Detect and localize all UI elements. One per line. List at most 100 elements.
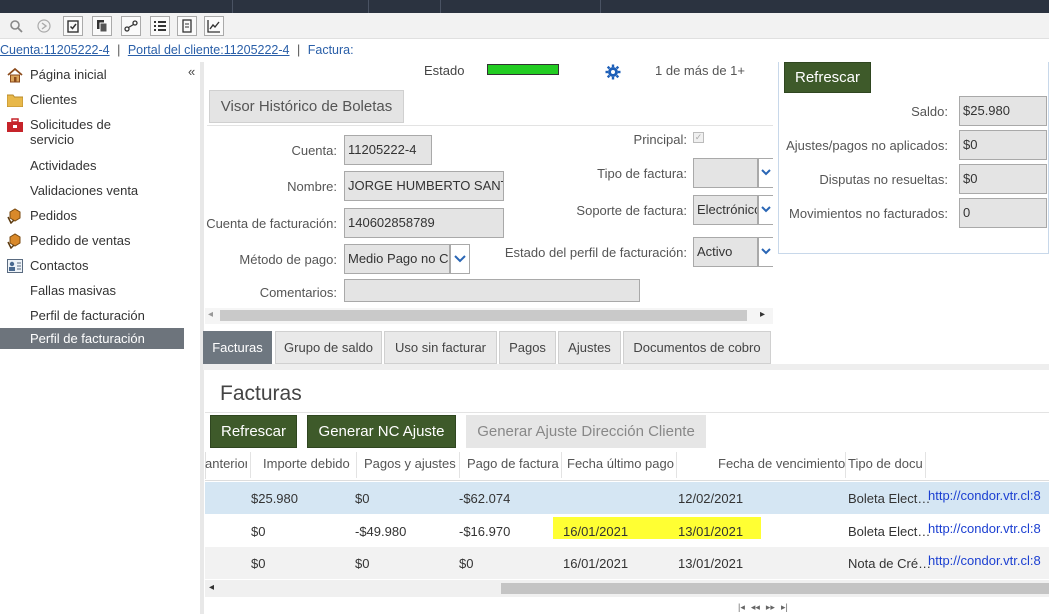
sidebar-item-pedidos[interactable]: Pedidos [0,208,184,224]
visor-historico-button[interactable]: Visor Histórico de Boletas [209,90,404,123]
col-divider [250,452,251,478]
form-scrollbar[interactable]: ◂ ▸ [205,308,773,324]
orders-icon [7,233,23,249]
estado-perfil-label: Estado del perfil de facturación: [504,245,687,260]
saldo-label: Saldo: [911,104,948,119]
tipo-factura-label: Tipo de factura: [597,166,687,181]
breadcrumb-account-link[interactable]: Cuenta:11205222-4 [0,43,110,57]
scrollbar-thumb[interactable] [220,310,747,321]
cell-pago-factura: -$62.074 [459,491,511,506]
cell-pagos: $0 [355,491,370,506]
generar-nc-button[interactable]: Generar NC Ajuste [307,415,456,448]
next-page-icon[interactable]: ▸▸ [766,602,775,614]
sidebar-item-label: Solicitudes de servicio [30,117,111,147]
tab-documentos-cobro[interactable]: Documentos de cobro [623,331,771,364]
cell-importe: $0 [251,524,266,539]
forward-icon[interactable] [34,16,54,36]
chart-icon[interactable] [204,16,224,36]
sidebar-item-fallas[interactable]: Fallas masivas [0,283,184,299]
sidebar-item-home[interactable]: Página inicial [0,67,184,83]
sidebar-item-label: Clientes [30,92,77,107]
cell-link[interactable]: http://condor.vtr.cl:8 [928,521,1049,536]
document-icon[interactable] [177,16,197,36]
link-icon[interactable] [121,16,141,36]
divider [205,412,1049,413]
col-divider [561,452,562,478]
ajustes-field[interactable]: $0 [959,130,1047,160]
tab-uso-sin-facturar[interactable]: Uso sin facturar [384,331,497,364]
first-page-icon[interactable]: |◂ [738,602,745,614]
disputas-field[interactable]: $0 [959,164,1047,194]
sidebar-item-label: Perfil de facturación [30,308,145,323]
sidebar-item-label: Pedido de ventas [30,233,131,248]
cell-vencimiento: 13/01/2021 [678,556,744,571]
chevron-down-icon[interactable] [758,158,773,188]
comentarios-field[interactable] [344,279,640,302]
sidebar-item-clientes[interactable]: Clientes [0,92,184,108]
cell-vencimiento: 13/01/2021 [678,524,744,539]
sidebar-item-actividades[interactable]: Actividades [0,158,184,174]
scroll-left-icon[interactable]: ◂ [208,309,213,320]
principal-checkbox[interactable]: ✓ [693,132,704,143]
breadcrumb-portal-link[interactable]: Portal del cliente:11205222-4 [128,43,290,57]
column-header-pago-factura[interactable]: Pago de factura [467,456,559,471]
sidebar-item-label: Perfil de facturación [30,331,145,346]
column-header-fecha-ultimo-pago[interactable]: Fecha último pago [567,456,674,471]
gear-icon[interactable] [605,64,621,80]
cuenta-facturacion-field[interactable]: 140602858789 [344,208,504,238]
cuenta-field[interactable]: 11205222-4 [344,135,432,165]
soporte-factura-select[interactable]: Electrónico [693,195,758,225]
last-page-icon[interactable]: ▸| [781,602,788,614]
chevron-down-icon[interactable] [450,244,470,274]
column-header-tipo-documento[interactable]: Tipo de docu [848,456,922,471]
cell-fecha-pago: 16/01/2021 [563,524,629,539]
movimientos-field[interactable]: 0 [959,198,1047,228]
sidebar-item-pedido-ventas[interactable]: Pedido de ventas [0,233,184,249]
sidebar-item-label: Contactos [30,258,89,273]
sidebar: Página inicial Clientes Solicitudes de s… [0,62,200,614]
facturas-refresh-button[interactable]: Refrescar [210,415,297,448]
breadcrumb-separator: | [117,43,121,57]
nombre-field[interactable]: JORGE HUMBERTO SANTA [344,171,504,201]
sidebar-item-validaciones[interactable]: Validaciones venta [0,183,184,199]
tipo-factura-select[interactable] [693,158,758,188]
tab-pagos[interactable]: Pagos [499,331,556,364]
scroll-right-icon[interactable]: ▸ [760,309,765,320]
movimientos-label: Movimientos no facturados: [789,206,948,221]
generar-ajuste-direccion-button[interactable]: Generar Ajuste Dirección Cliente [466,415,706,448]
metodo-pago-select[interactable]: Medio Pago no C [344,244,450,274]
chevron-down-icon[interactable] [758,195,773,225]
column-header-anterior[interactable]: anterior [205,456,247,471]
tab-facturas[interactable]: Facturas [203,331,272,364]
list-icon[interactable] [150,16,170,36]
cell-link[interactable]: http://condor.vtr.cl:8 [928,553,1049,568]
sidebar-item-label: Página inicial [30,67,107,82]
sidebar-item-solicitudes[interactable]: Solicitudes de servicio [0,117,184,149]
scrollbar-thumb[interactable] [501,583,1049,594]
prev-page-icon[interactable]: ◂◂ [751,602,760,614]
collapse-sidebar-button[interactable]: « [188,64,195,79]
column-header-importe[interactable]: Importe debido [263,456,350,471]
column-header-fecha-vencimiento[interactable]: Fecha de vencimiento [718,456,845,471]
saldo-field[interactable]: $25.980 [959,96,1047,126]
copy-icon[interactable] [92,16,112,36]
nav-divider [368,0,369,13]
sidebar-item-perfil-facturacion[interactable]: Perfil de facturación [0,308,184,324]
breadcrumb-current: Factura: [307,43,354,57]
cell-importe: $0 [251,556,266,571]
estado-label: Estado [424,63,465,78]
estado-perfil-select[interactable]: Activo [693,237,758,267]
toolbar [0,13,1049,39]
cell-link[interactable]: http://condor.vtr.cl:8 [928,488,1049,503]
sidebar-item-contactos[interactable]: Contactos [0,258,184,274]
scroll-left-icon[interactable]: ◂ [209,582,214,593]
grid-scrollbar[interactable]: ◂ [205,580,1049,597]
balance-refresh-button[interactable]: Refrescar [784,62,871,93]
tab-ajustes[interactable]: Ajustes [558,331,621,364]
clipboard-check-icon[interactable] [63,16,83,36]
sidebar-item-perfil-facturacion-active[interactable]: Perfil de facturación [0,328,184,349]
chevron-down-icon[interactable] [758,237,773,267]
tab-grupo-saldo[interactable]: Grupo de saldo [275,331,382,364]
column-header-pagos-ajustes[interactable]: Pagos y ajustes [364,456,456,471]
search-icon[interactable] [6,16,26,36]
